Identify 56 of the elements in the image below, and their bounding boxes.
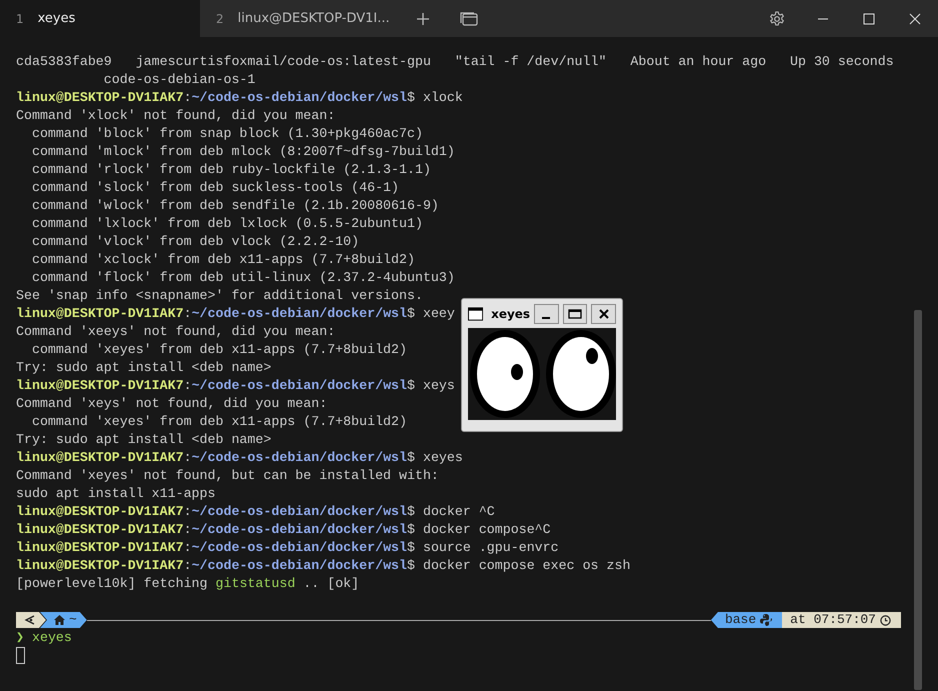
output-line: command 'xeyes' from deb x11-apps (7.7+8build2) <box>30 341 407 359</box>
output-line: sudo apt install x11-apps <box>16 485 216 503</box>
tab[interactable]: 2 linux@DESKTOP-DV1I... <box>200 0 400 37</box>
output-line: command 'wlock' from deb sendfile (2.1b.20080616-9) <box>30 197 439 215</box>
prompt-line: linux@DESKTOP-DV1IAK7:~/code-os-debian/docker/wsl$ xeys <box>16 377 455 395</box>
output-line: command 'xeyes' from deb x11-apps (7.7+8build2) <box>30 413 407 431</box>
output-line: command 'slock' from deb suckless-tools (46-1) <box>30 179 400 197</box>
prompt-line: linux@DESKTOP-DV1IAK7:~/code-os-debian/docker/wsl$ docker ^C <box>16 503 495 521</box>
settings-icon <box>769 10 785 26</box>
os-icon <box>24 614 36 626</box>
status-line: [powerlevel10k] fetching gitstatusd .. [ok] <box>16 575 360 593</box>
close-button[interactable] <box>591 304 616 324</box>
output-line: command 'block' from snap block (1.30+pkg460ac7c) <box>30 125 423 143</box>
prompt-line: linux@DESKTOP-DV1IAK7:~/code-os-debian/docker/wsl$ docker compose^C <box>16 521 551 539</box>
window-title: xeyes <box>491 306 530 323</box>
clock-icon <box>880 614 891 626</box>
output-line: command 'flock' from deb util-linux (2.37.2-4ubuntu3) <box>30 269 455 287</box>
windows-icon <box>460 10 478 26</box>
output-line: command 'lxlock' from deb lxlock (0.5.5-2ubuntu1) <box>30 215 423 233</box>
prompt-line: linux@DESKTOP-DV1IAK7:~/code-os-debian/docker/wsl$ source .gpu-envrc <box>16 539 559 557</box>
output-line: command 'rlock' from deb ruby-lockfile (2.1.3-1.1) <box>30 161 431 179</box>
output-line: Try: sudo apt install <deb name> <box>16 359 272 377</box>
output-line: cda5383fabe9 jamescurtisfoxmail/code-os:latest-gpu "tail -f /dev/null" About an hour ago Up 30 seconds <box>16 53 894 71</box>
env-text: base <box>724 611 756 629</box>
output-line: Command 'xeeys' not found, did you mean: <box>16 323 336 341</box>
minimize-button[interactable] <box>534 304 559 324</box>
scrollbar-thumb[interactable] <box>914 310 922 690</box>
python-icon <box>760 614 772 626</box>
output-line: Command 'xlock' not found, did you mean: <box>16 107 336 125</box>
output-line: command 'mlock' from deb mlock (8:2007f~dfsg-7build1) <box>30 143 455 161</box>
time-text: at 07:57:07 <box>790 611 876 629</box>
maximize-button[interactable] <box>562 304 588 324</box>
output-line: command 'vlock' from deb vlock (2.2.2-10) <box>30 233 360 251</box>
cursor <box>16 647 25 664</box>
prompt-arrow: ❯ <box>16 630 24 645</box>
window-icon <box>468 307 484 321</box>
maximize-icon <box>568 309 582 319</box>
output-line: See 'snap info <snapname>' for additional versions. <box>16 287 423 305</box>
prompt-line: linux@DESKTOP-DV1IAK7:~/code-os-debian/docker/wsl$ xlock <box>16 89 463 107</box>
output-line: command 'xclock' from deb x11-apps (7.7+8build2) <box>30 251 415 269</box>
command-text: xeyes <box>30 630 72 645</box>
plus-icon <box>415 10 431 26</box>
directory-text: ~ <box>69 611 77 629</box>
maximize-icon <box>863 12 875 24</box>
tab[interactable]: 1 xeyes <box>0 0 200 37</box>
prompt-line: linux@DESKTOP-DV1IAK7:~/code-os-debian/docker/wsl$ docker compose exec os zsh <box>16 557 630 575</box>
prompt-line: linux@DESKTOP-DV1IAK7:~/code-os-debian/docker/wsl$ xeyes <box>16 449 463 467</box>
minimize-icon <box>542 317 550 319</box>
close-icon <box>909 12 921 24</box>
prompt-line: linux@DESKTOP-DV1IAK7:~/code-os-debian/docker/wsl$ xeey <box>16 305 455 323</box>
close-icon <box>598 309 609 319</box>
output-line: Command 'xeys' not found, did you mean: <box>16 395 328 413</box>
home-icon <box>54 615 65 625</box>
output-line: Try: sudo apt install <deb name> <box>16 431 272 449</box>
output-line: code-os-debian-os-1 <box>102 71 256 89</box>
output-line: Command 'xeyes' not found, but can be installed with: <box>16 467 439 485</box>
